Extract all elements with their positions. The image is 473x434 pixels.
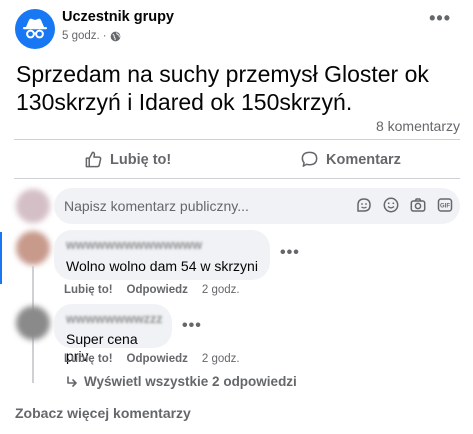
comment-time[interactable]: 2 godz. (202, 353, 240, 365)
post-meta: 5 godz. · (62, 30, 121, 42)
comment-bubble: wwwwwwwwzzz Super cena priv (54, 304, 172, 364)
comment-author[interactable]: wwwwwwwwwwwwww (66, 238, 258, 252)
comment-input[interactable]: Napisz komentarz publiczny... GIF (54, 188, 460, 224)
comment-icon (301, 151, 318, 167)
like-label: Lubię to! (110, 151, 172, 168)
comment-like-link[interactable]: Lubię to! (64, 284, 113, 296)
like-button[interactable]: Lubię to! (84, 150, 171, 169)
more-options-icon[interactable]: ••• (429, 9, 451, 27)
svg-text:GIF: GIF (440, 203, 450, 209)
comment-reply-link[interactable]: Odpowiedz (127, 284, 188, 296)
anonymous-member-icon (23, 18, 47, 39)
more-options-icon[interactable]: ••• (280, 244, 300, 262)
see-more-comments-link[interactable]: Zobacz więcej komentarzy (15, 405, 191, 421)
anonymous-member-avatar[interactable] (15, 9, 55, 49)
gif-icon[interactable]: GIF (435, 195, 454, 214)
current-user-avatar[interactable] (16, 189, 50, 223)
post-author[interactable]: Uczestnik grupy (62, 9, 174, 25)
globe-icon (110, 31, 120, 41)
divider (14, 139, 460, 140)
active-thread-indicator (0, 232, 2, 284)
emoji-icon[interactable] (381, 195, 400, 214)
comment-reply-link[interactable]: Odpowiedz (127, 353, 188, 365)
view-replies-label: Wyświetl wszystkie 2 odpowiedzi (84, 374, 297, 389)
comment-input-placeholder: Napisz komentarz publiczny... (64, 198, 249, 214)
post-card: Uczestnik grupy 5 godz. · ••• Sprzedam n… (0, 0, 473, 434)
reply-arrow-icon (67, 375, 77, 387)
comment-time[interactable]: 2 godz. (202, 284, 240, 296)
meta-separator: · (102, 30, 107, 42)
comment-label: Komentarz (326, 151, 401, 168)
sticker-icon[interactable] (354, 195, 373, 214)
divider (14, 178, 460, 179)
commenter-avatar[interactable] (16, 306, 50, 340)
comment-count[interactable]: 8 komentarzy (376, 118, 460, 134)
commenter-avatar[interactable] (16, 231, 50, 265)
like-thumb-icon (85, 151, 102, 168)
comment-actions: Lubię to! Odpowiedz 2 godz. (64, 353, 240, 365)
post-time[interactable]: 5 godz. (62, 30, 100, 42)
comment-input-tools: GIF (354, 195, 454, 214)
comment-like-link[interactable]: Lubię to! (64, 353, 113, 365)
comment-author[interactable]: wwwwwwwwzzz (66, 312, 163, 326)
post-text: Sprzedam na suchy przemysł Gloster ok 13… (16, 61, 429, 115)
camera-icon[interactable] (408, 195, 427, 214)
comment-text: Wolno wolno dam 54 w skrzyni (66, 258, 258, 274)
comment-actions: Lubię to! Odpowiedz 2 godz. (64, 284, 240, 296)
comment-button[interactable]: Komentarz (300, 150, 401, 169)
view-replies-link[interactable]: Wyświetl wszystkie 2 odpowiedzi (66, 374, 297, 389)
more-options-icon[interactable]: ••• (182, 317, 202, 335)
comment-bubble: wwwwwwwwwwwwww Wolno wolno dam 54 w skrz… (54, 230, 270, 280)
